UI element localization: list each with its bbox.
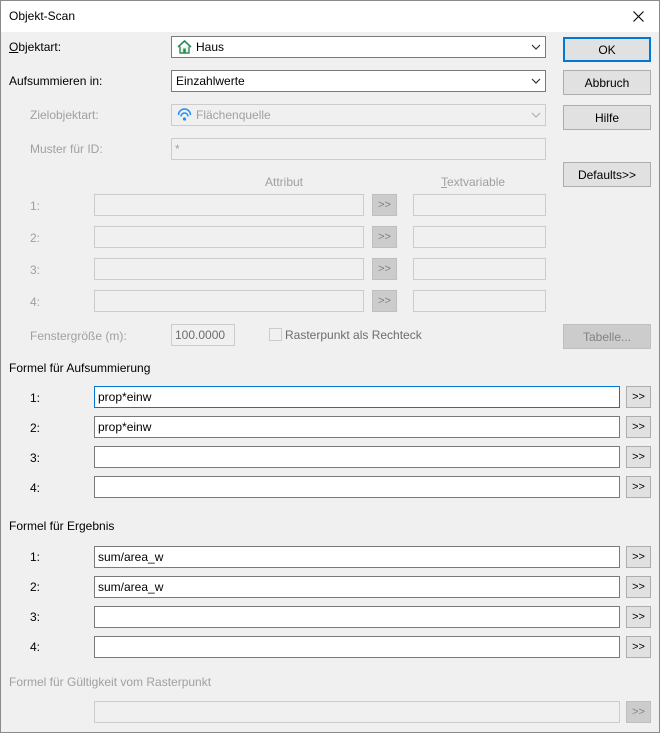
formel-aufsummierung-title: Formel für Aufsummierung	[9, 361, 151, 375]
aufsummierung-row-3-input[interactable]	[94, 446, 620, 468]
abbruch-button[interactable]: Abbruch	[563, 70, 651, 95]
ergebnis-row-1-number: 1:	[30, 550, 41, 564]
attr-row-2-textvariable[interactable]	[413, 226, 546, 248]
title-bar: Objekt-Scan	[1, 1, 659, 32]
attr-row-4-number: 4:	[30, 295, 41, 309]
ergebnis-row-2-number: 2:	[30, 580, 41, 594]
aufsummierung-row-1-number: 1:	[30, 391, 41, 405]
attr-row-3-number: 3:	[30, 263, 41, 277]
attr-row-3-button[interactable]: >>	[372, 258, 397, 280]
ergebnis-row-2-button[interactable]: >>	[626, 576, 651, 598]
defaults-button[interactable]: Defaults>>	[563, 162, 651, 187]
chevron-down-icon	[531, 78, 541, 84]
attr-row-2-button[interactable]: >>	[372, 226, 397, 248]
aufsummieren-value: Einzahlwerte	[176, 74, 245, 88]
zielobjektart-select[interactable]: Flächenquelle	[171, 104, 546, 126]
formel-gueltigkeit-title: Formel für Gültigkeit vom Rasterpunkt	[9, 675, 212, 689]
aufsummierung-row-3-button[interactable]: >>	[626, 446, 651, 468]
attribut-header: Attribut	[265, 175, 304, 189]
attr-row-2-number: 2:	[30, 231, 41, 245]
gueltigkeit-input[interactable]	[94, 701, 620, 723]
objektart-select[interactable]: Haus	[171, 36, 546, 58]
chevron-down-icon	[531, 44, 541, 50]
zielobjektart-label: Zielobjektart:	[30, 108, 99, 122]
attr-row-1-number: 1:	[30, 199, 41, 213]
ergebnis-row-4-button[interactable]: >>	[626, 636, 651, 658]
attr-row-1-button[interactable]: >>	[372, 194, 397, 216]
fenstergroesse-input[interactable]: 100.0000	[171, 324, 235, 346]
fenstergroesse-label: Fenstergröße (m):	[30, 329, 127, 343]
aufsummierung-row-2-button[interactable]: >>	[626, 416, 651, 438]
attr-row-1-attribut[interactable]	[94, 194, 364, 216]
attr-row-4-button[interactable]: >>	[372, 290, 397, 312]
formel-ergebnis-title: Formel für Ergebnis	[9, 519, 115, 533]
aufsummieren-select[interactable]: Einzahlwerte	[171, 70, 546, 92]
ergebnis-row-3-button[interactable]: >>	[626, 606, 651, 628]
aufsummierung-row-1-input[interactable]: prop*einw	[94, 386, 620, 408]
attr-row-3-attribut[interactable]	[94, 258, 364, 280]
aufsummierung-row-4-button[interactable]: >>	[626, 476, 651, 498]
attr-row-3-textvariable[interactable]	[413, 258, 546, 280]
attr-row-1-textvariable[interactable]	[413, 194, 546, 216]
raster-rechteck-checkbox[interactable]	[269, 328, 282, 341]
aufsummierung-row-4-input[interactable]	[94, 476, 620, 498]
close-icon	[632, 11, 644, 22]
aufsummierung-row-2-number: 2:	[30, 421, 41, 435]
ok-button[interactable]: OK	[563, 37, 651, 62]
close-button[interactable]	[617, 1, 659, 32]
objekt-scan-dialog: Objekt-Scan Objektart: Haus Aufsummieren…	[0, 0, 660, 733]
zielobjektart-value: Flächenquelle	[196, 108, 271, 122]
ergebnis-row-4-number: 4:	[30, 640, 41, 654]
objektart-value: Haus	[196, 40, 225, 54]
gueltigkeit-button[interactable]: >>	[626, 701, 651, 723]
attr-row-4-textvariable[interactable]	[413, 290, 546, 312]
attr-row-4-attribut[interactable]	[94, 290, 364, 312]
aufsummierung-row-3-number: 3:	[30, 451, 41, 465]
tabelle-button[interactable]: Tabelle...	[563, 324, 651, 349]
textvariable-header: Textvariable	[441, 175, 506, 189]
aufsummierung-row-2-input[interactable]: prop*einw	[94, 416, 620, 438]
ergebnis-row-1-button[interactable]: >>	[626, 546, 651, 568]
attr-row-2-attribut[interactable]	[94, 226, 364, 248]
window-title: Objekt-Scan	[9, 9, 76, 23]
ergebnis-row-3-number: 3:	[30, 610, 41, 624]
area-source-icon	[176, 107, 193, 123]
objektart-label: Objektart:	[9, 40, 62, 54]
ergebnis-row-1-input[interactable]: sum/area_w	[94, 546, 620, 568]
raster-rechteck-label: Rasterpunkt als Rechteck	[285, 328, 422, 342]
aufsummierung-row-1-button[interactable]: >>	[626, 386, 651, 408]
ergebnis-row-3-input[interactable]	[94, 606, 620, 628]
hilfe-button[interactable]: Hilfe	[563, 105, 651, 130]
ergebnis-row-4-input[interactable]	[94, 636, 620, 658]
aufsummierung-row-4-number: 4:	[30, 481, 41, 495]
house-icon	[176, 39, 193, 55]
ergebnis-row-2-input[interactable]: sum/area_w	[94, 576, 620, 598]
chevron-down-icon	[531, 112, 541, 118]
muster-input[interactable]: *	[171, 138, 546, 160]
muster-label: Muster für ID:	[30, 142, 103, 156]
aufsummieren-label: Aufsummieren in:	[9, 74, 103, 88]
